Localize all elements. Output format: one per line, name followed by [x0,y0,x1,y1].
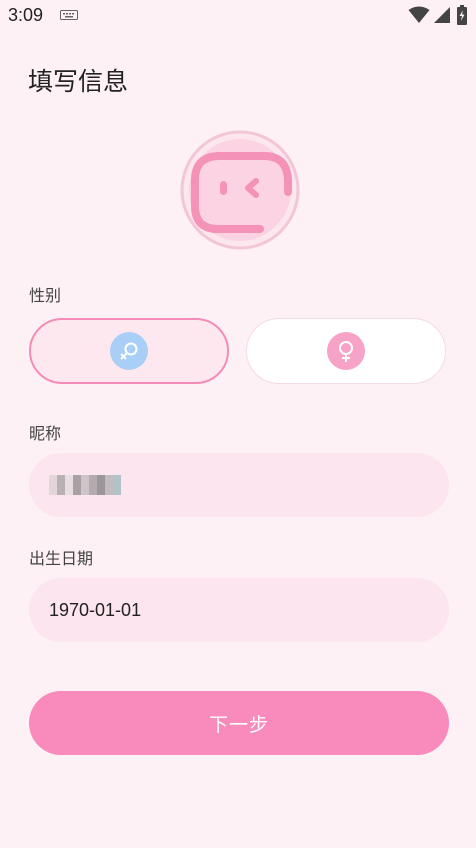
status-time: 3:09 [8,5,44,25]
gender-label: 性别 [29,286,62,305]
next-button[interactable]: 下一步 [29,691,449,755]
status-bar: 3:09 [0,0,476,32]
male-icon [110,332,148,370]
avatar-face-icon [180,130,300,250]
birthdate-value: 1970-01-01 [49,599,142,620]
avatar[interactable] [180,130,300,250]
nickname-field[interactable] [29,453,449,517]
gender-male-option[interactable] [29,318,229,384]
gender-female-option[interactable] [246,318,446,384]
female-icon [327,332,365,370]
nickname-label: 昵称 [29,424,62,443]
birthdate-field[interactable]: 1970-01-01 [29,578,449,642]
keyboard-icon [60,10,78,20]
page-title: 填写信息 [28,67,129,96]
nickname-obscured-value [49,475,121,495]
battery-icon [457,5,467,25]
wifi-icon [408,6,430,23]
birthdate-label: 出生日期 [29,549,94,568]
signal-icon [434,7,450,23]
